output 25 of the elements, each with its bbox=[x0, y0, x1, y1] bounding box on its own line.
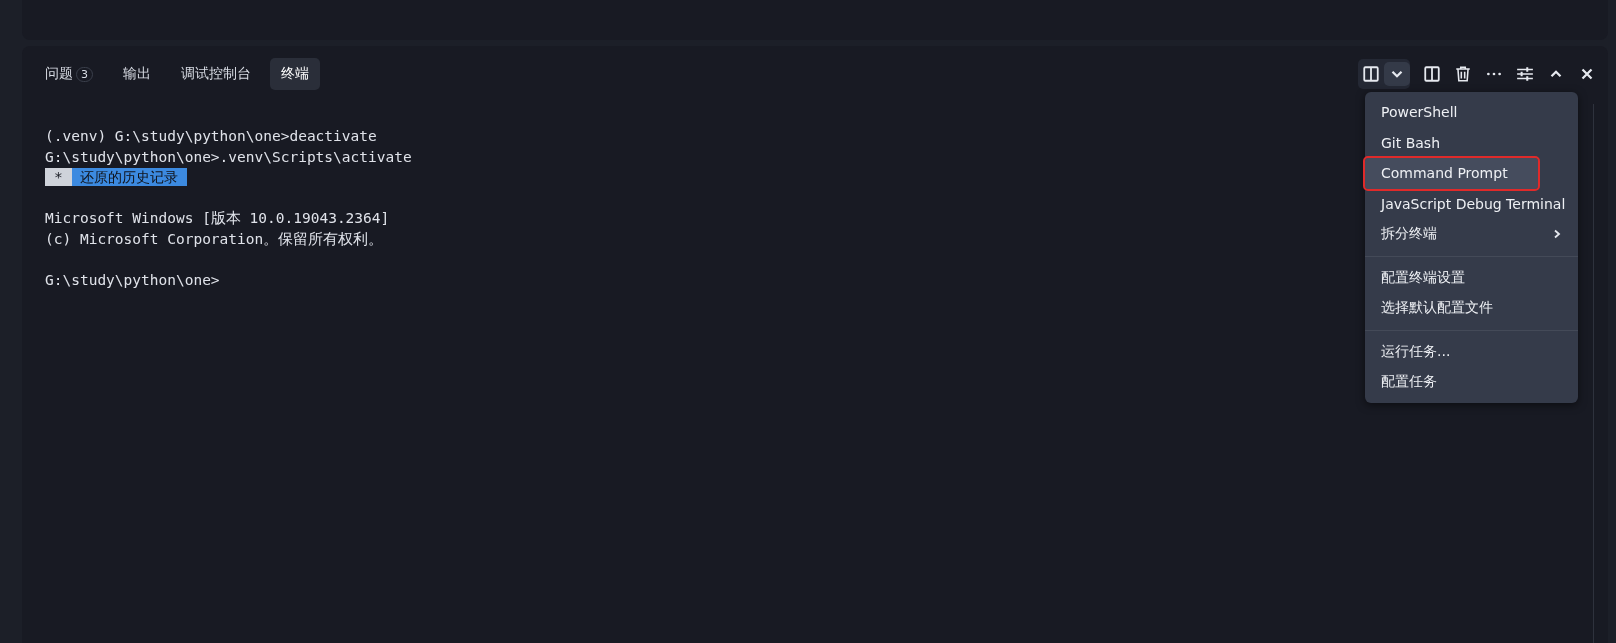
menu-item[interactable]: Command Prompt bbox=[1365, 158, 1538, 189]
settings-sliders-icon[interactable] bbox=[1516, 65, 1534, 83]
menu-item[interactable]: Git Bash bbox=[1365, 127, 1572, 158]
split-icon[interactable] bbox=[1423, 65, 1441, 83]
terminal-line: G:\study\python\one>.venv\Scripts\activate bbox=[45, 147, 412, 167]
chevron-right-icon bbox=[1552, 229, 1562, 240]
terminal-line: Microsoft Windows [版本 10.0.19043.2364] bbox=[45, 209, 390, 228]
menu-item[interactable]: 拆分终端 bbox=[1365, 219, 1572, 250]
restore-marker: * bbox=[45, 168, 72, 187]
restored-history-label: 还原的历史记录 bbox=[71, 168, 187, 187]
menu-item[interactable]: 配置任务 bbox=[1365, 367, 1572, 398]
terminal-line: (.venv) G:\study\python\one>deactivate bbox=[45, 127, 377, 146]
panel-tab[interactable]: 问题 3 bbox=[34, 58, 104, 90]
panel-tab[interactable]: 输出 bbox=[112, 58, 162, 90]
trash-icon[interactable] bbox=[1454, 65, 1472, 83]
terminal-line: (c) Microsoft Corporation。保留所有权利。 bbox=[45, 229, 384, 249]
panel-tab[interactable]: 调试控制台 bbox=[170, 58, 262, 90]
menu-item[interactable]: JavaScript Debug Terminal bbox=[1365, 188, 1572, 219]
menu-item[interactable]: 选择默认配置文件 bbox=[1365, 293, 1572, 324]
terminal-line: G:\study\python\one> bbox=[45, 270, 220, 290]
menu-item[interactable]: 配置终端设置 bbox=[1365, 262, 1572, 293]
menu-item[interactable]: 运行任务... bbox=[1365, 336, 1572, 367]
panel-tab[interactable]: 终端 bbox=[270, 58, 320, 90]
menu-item[interactable]: PowerShell bbox=[1365, 97, 1572, 128]
split-icon[interactable] bbox=[1362, 65, 1380, 83]
